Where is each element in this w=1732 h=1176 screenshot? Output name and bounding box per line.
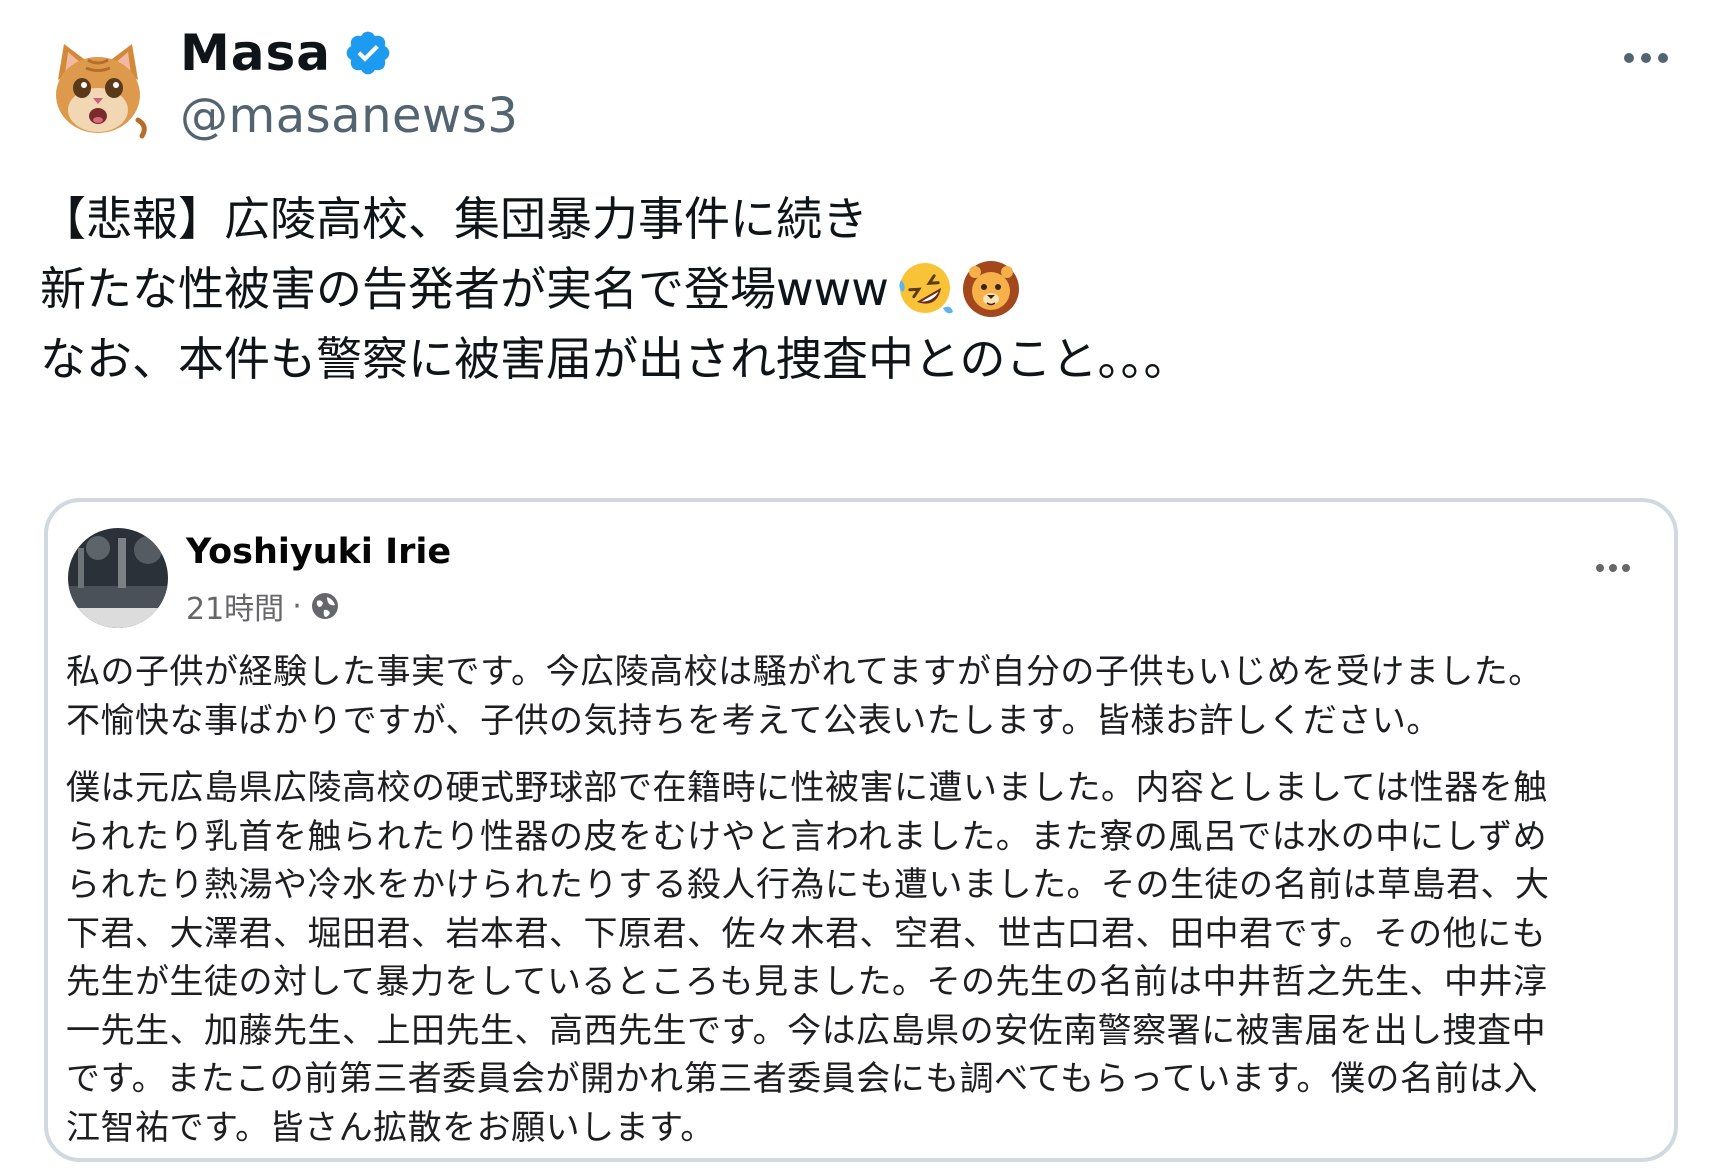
tweet-text-line-with-emoji: 新たな性被害の告発者が実名で登場www [40, 254, 1680, 324]
globe-icon [310, 591, 340, 621]
post-line: です。またこの前第三者委員会が開かれ第三者委員会にも調べてもらっています。僕の名… [66, 1059, 1538, 1099]
post-line: 不愉快な事ばかりですが、子供の気持ちを考えて公表いたします。皆様お許しください。 [66, 700, 1441, 741]
verified-badge-icon [343, 28, 393, 78]
post-line: 下君、大澤君、堀田君、岩本君、下原君、佐々木君、空君、世古口君、田中君です。その… [66, 913, 1547, 954]
lion-face-emoji-icon [961, 258, 1021, 318]
post-line: 江智祐です。皆さん拡散をお願いします。 [66, 1107, 715, 1148]
tweet-text-line: 新たな性被害の告発者が実名で登場www [40, 262, 889, 316]
display-name[interactable]: Masa [180, 24, 331, 82]
post-line: 一先生、加藤先生、上田先生、高西先生です。今は広島県の安佐南警察署に被害届を出し… [66, 1010, 1547, 1051]
tweet: Masa @masanews3 【悲報】広陵高校、集団暴力事件に続き 新たな性被… [0, 0, 1732, 1176]
post-paragraph-1: 私の子供が経験した事実です。今広陵高校は騒がれてますが自分の子供もいじめを受けま… [66, 648, 1666, 745]
post-line: られたり乳首を触られたり性器の皮をむけやと言われました。また寮の風呂では水の中に… [66, 816, 1548, 857]
post-author-name: Yoshiyuki Irie [186, 532, 452, 572]
post-line: られたり熱湯や冷水をかけられたりする殺人行為にも遭いました。その生徒の名前は草島… [66, 865, 1550, 905]
post-time: 21時間 [186, 592, 285, 627]
post-line: 僕は元広島県広陵高校の硬式野球部で在籍時に性被害に遭いました。内容としましては性… [66, 768, 1548, 808]
tweet-text: 【悲報】広陵高校、集団暴力事件に続き 新たな性被害の告発者が実名で登場www な… [40, 184, 1680, 394]
author-block: Masa @masanews3 [180, 22, 518, 144]
tweet-text-line: 【悲報】広陵高校、集団暴力事件に続き [40, 192, 868, 246]
post-paragraph-2: 僕は元広島県広陵高校の硬式野球部で在籍時に性被害に遭いました。内容としましては性… [66, 764, 1666, 1152]
rolling-on-floor-laughing-emoji-icon [895, 258, 955, 318]
meta-separator: · [292, 588, 302, 624]
handle[interactable]: @masanews3 [180, 88, 518, 144]
post-author-avatar [68, 528, 168, 628]
post-line: 私の子供が経験した事実です。今広陵高校は騒がれてますが自分の子供もいじめを受けま… [66, 652, 1543, 692]
cat-face-avatar[interactable] [48, 40, 148, 140]
embedded-post-image[interactable]: Yoshiyuki Irie 21時間 · 私の子供が経験した事実です。今広陵高… [44, 498, 1678, 1162]
tweet-text-line: なお、本件も警察に被害届が出され捜査中とのこと。。。 [40, 332, 1190, 386]
ellipsis-icon[interactable] [1614, 38, 1678, 78]
post-meta: 21時間 · [186, 584, 340, 628]
post-ellipsis-icon [1596, 564, 1630, 572]
name-row: Masa [180, 22, 518, 84]
post-line: 先生が生徒の対して暴力をしているところも見ました。その先生の名前は中井哲之先生、… [66, 962, 1548, 1002]
